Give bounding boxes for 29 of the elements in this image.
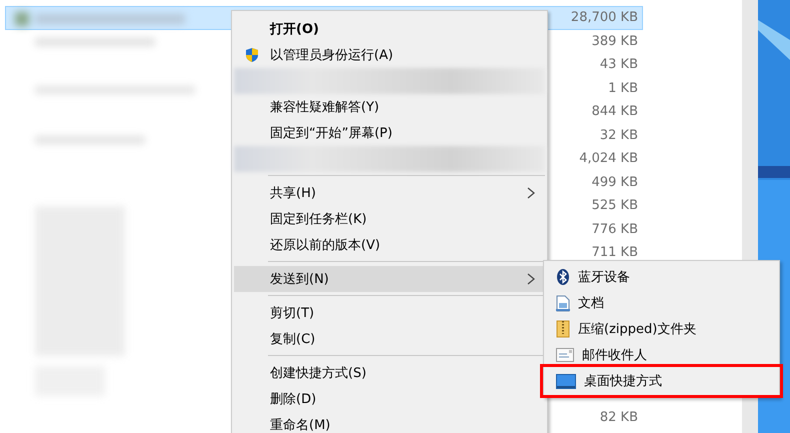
mail-icon — [556, 348, 574, 362]
monitor-icon — [556, 374, 576, 388]
menu-item[interactable]: 复制(C) — [234, 326, 545, 352]
menu-item[interactable]: 兼容性疑难解答(Y) — [234, 94, 545, 120]
zip-folder-icon — [556, 320, 570, 338]
menu-item[interactable]: 蓝牙设备 — [544, 264, 779, 290]
file-size: 4,024 KB — [579, 151, 638, 166]
menu-item[interactable]: 固定到“开始”屏幕(P) — [234, 120, 545, 146]
file-size: 1 KB — [608, 80, 638, 96]
menu-item[interactable]: 发送到(N) — [234, 266, 545, 292]
menu-item[interactable]: 文档 — [544, 290, 779, 316]
file-size: 389 KB — [592, 34, 638, 49]
menu-item[interactable]: 剪切(T) — [234, 300, 545, 326]
menu-item[interactable]: 打开(O) — [234, 16, 545, 42]
document-icon — [556, 294, 570, 312]
file-size: 525 KB — [592, 198, 638, 214]
shield-icon — [244, 47, 260, 63]
menu-item[interactable]: 共享(H) — [234, 180, 545, 206]
menu-item[interactable]: 固定到任务栏(K) — [234, 206, 545, 232]
menu-item[interactable]: 重命名(M) — [234, 412, 545, 433]
menu-item[interactable]: 删除(D) — [234, 386, 545, 412]
menu-item[interactable]: 创建快捷方式(S) — [234, 360, 545, 386]
menu-item[interactable]: 压缩(zipped)文件夹 — [544, 316, 779, 342]
bluetooth-icon — [556, 269, 570, 285]
file-size: 28,700 KB — [570, 10, 638, 26]
menu-item[interactable]: 以管理员身份运行(A) — [234, 42, 545, 68]
menu-item[interactable]: 桌面快捷方式 — [544, 368, 779, 394]
menu-item[interactable]: 还原以前的版本(V) — [234, 232, 545, 258]
menu-item[interactable]: 邮件收件人 — [544, 342, 779, 368]
